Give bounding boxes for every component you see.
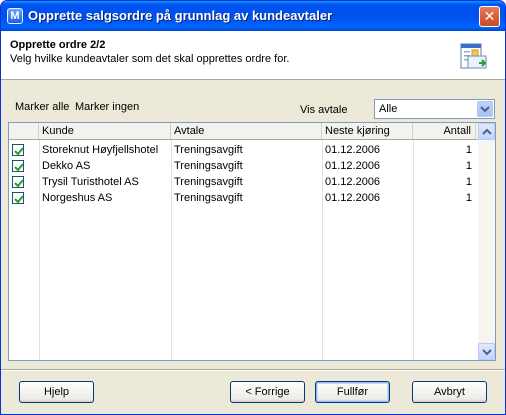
column-kunde[interactable]: Kunde [39, 123, 171, 139]
table-row[interactable]: Dekko AS Treningsavgift 01.12.2006 1 [9, 158, 478, 174]
column-neste-kjoring[interactable]: Neste kjøring [322, 123, 413, 139]
checkmark-icon [14, 163, 24, 172]
cell-avtale: Treningsavgift [174, 144, 243, 156]
cell-avtale: Treningsavgift [174, 160, 243, 172]
row-checkbox[interactable] [12, 192, 24, 204]
vertical-scrollbar[interactable] [478, 123, 495, 360]
cell-avtale: Treningsavgift [174, 192, 243, 204]
cell-kunde: Storeknut Høyfjellshotel [42, 144, 159, 156]
cell-antall: 1 [465, 192, 472, 204]
checkmark-icon [14, 195, 24, 204]
filter-dropdown-value: Alle [379, 103, 398, 115]
finish-button-label: Fullfør [336, 386, 369, 398]
column-antall[interactable]: Antall [413, 123, 476, 139]
select-none-link[interactable]: Marker ingen [75, 101, 139, 113]
filter-dropdown[interactable]: Alle [374, 99, 495, 119]
chevron-down-icon[interactable] [477, 101, 493, 117]
cancel-button-label: Avbryt [434, 386, 465, 398]
dialog-window: M Opprette salgsordre på grunnlag av kun… [0, 0, 506, 415]
document-wizard-icon [459, 41, 489, 71]
cell-neste-kjoring: 01.12.2006 [325, 192, 381, 204]
cell-avtale: Treningsavgift [174, 176, 243, 188]
cell-neste-kjoring: 01.12.2006 [325, 144, 381, 156]
cell-kunde: Norgeshus AS [42, 192, 113, 204]
table-row[interactable]: Trysil Turisthotel AS Treningsavgift 01.… [9, 174, 478, 190]
scroll-down-button[interactable] [478, 343, 495, 360]
cell-kunde: Trysil Turisthotel AS [42, 176, 139, 188]
row-checkbox[interactable] [12, 176, 24, 188]
row-checkbox[interactable] [12, 144, 24, 156]
cell-antall: 1 [465, 144, 472, 156]
wizard-header: Opprette ordre 2/2 Velg hvilke kundeavta… [1, 31, 505, 80]
agreements-grid[interactable]: Kunde Avtale Neste kjøring Antall Storek… [8, 122, 496, 361]
chevron-down-icon [482, 349, 492, 356]
app-icon: M [7, 8, 23, 24]
checkmark-icon [14, 147, 24, 156]
back-button-label: < Forrige [245, 386, 290, 398]
select-all-link[interactable]: Marker alle [15, 101, 69, 113]
finish-button[interactable]: Fullfør [315, 381, 390, 403]
help-button-label: Hjelp [43, 386, 70, 398]
footer-separator [1, 369, 505, 371]
wizard-step-title: Opprette ordre 2/2 [10, 39, 106, 51]
table-row[interactable]: Norgeshus AS Treningsavgift 01.12.2006 1 [9, 190, 478, 206]
back-button[interactable]: < Forrige [230, 381, 305, 403]
grid-header-check [9, 123, 39, 139]
wizard-step-subtitle: Velg hvilke kundeavtaler som det skal op… [10, 53, 290, 65]
window-title: Opprette salgsordre på grunnlag av kunde… [28, 8, 333, 23]
cell-neste-kjoring: 01.12.2006 [325, 160, 381, 172]
row-checkbox[interactable] [12, 160, 24, 172]
checkmark-icon [14, 179, 24, 188]
cell-kunde: Dekko AS [42, 160, 91, 172]
title-bar[interactable]: M Opprette salgsordre på grunnlag av kun… [1, 1, 505, 31]
column-avtale[interactable]: Avtale [171, 123, 322, 139]
help-button[interactable]: Hjelp [19, 381, 94, 403]
scroll-up-button[interactable] [478, 123, 495, 140]
cell-antall: 1 [465, 160, 472, 172]
table-row[interactable]: Storeknut Høyfjellshotel Treningsavgift … [9, 142, 478, 158]
chevron-up-icon [482, 128, 492, 135]
cancel-button[interactable]: Avbryt [412, 381, 487, 403]
grid-header: Kunde Avtale Neste kjøring Antall [9, 123, 478, 140]
filter-label: Vis avtale [300, 104, 348, 116]
close-button[interactable]: ✕ [479, 6, 500, 27]
cell-antall: 1 [465, 176, 472, 188]
cell-neste-kjoring: 01.12.2006 [325, 176, 381, 188]
